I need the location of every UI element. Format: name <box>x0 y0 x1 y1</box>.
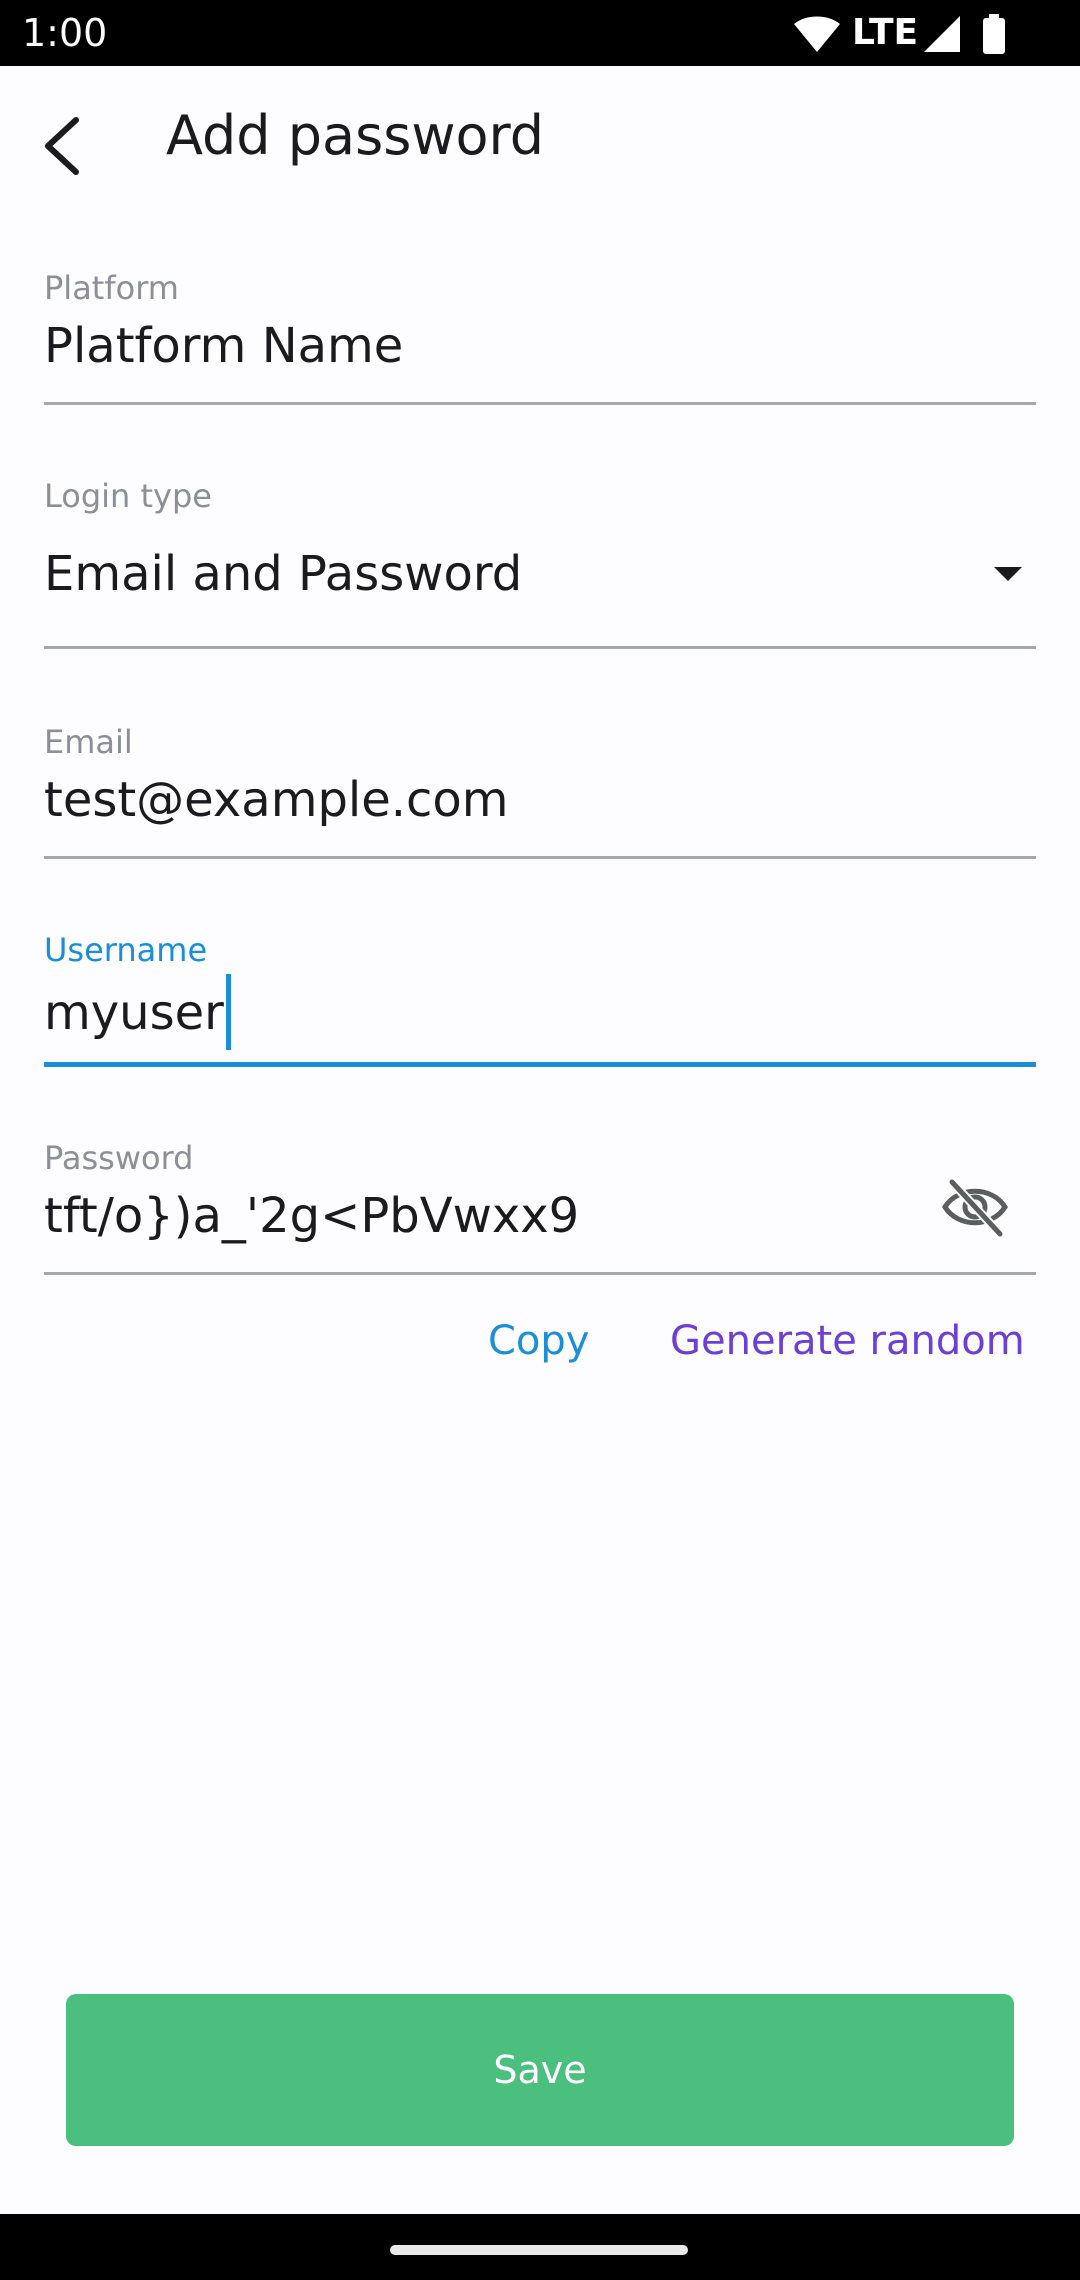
username-label: Username <box>44 931 208 969</box>
password-field[interactable]: Password tft/o})a_'2g<PbVwxx9 <box>44 1136 1036 1278</box>
password-value: tft/o})a_'2g<PbVwxx9 <box>44 1188 580 1244</box>
email-field[interactable]: Email test@example.com <box>44 720 1036 862</box>
home-gesture-handle[interactable] <box>390 2245 688 2255</box>
username-underline <box>44 1062 1036 1067</box>
platform-field[interactable]: Platform Platform Name <box>44 266 1036 408</box>
username-value: myuser <box>44 985 224 1041</box>
username-field[interactable]: Username myuser <box>44 928 1036 1070</box>
password-underline <box>44 1272 1036 1275</box>
status-time: 1:00 <box>22 11 108 55</box>
email-underline <box>44 856 1036 859</box>
password-label: Password <box>44 1139 194 1177</box>
platform-value: Platform Name <box>44 318 404 374</box>
platform-label: Platform <box>44 269 179 307</box>
email-value: test@example.com <box>44 772 509 828</box>
login-type-label: Login type <box>44 477 212 515</box>
login-type-underline <box>44 646 1036 649</box>
save-button[interactable]: Save <box>66 1994 1014 2146</box>
arrow-back-icon <box>40 116 84 180</box>
page-title: Add password <box>166 104 545 167</box>
navigation-bar <box>0 2214 1080 2280</box>
generate-random-button[interactable]: Generate random <box>670 1316 1025 1366</box>
text-cursor <box>225 974 231 1050</box>
login-type-value: Email and Password <box>44 546 523 602</box>
add-password-screen: 1:00 LTE Add password Platform Platform … <box>0 0 1080 2280</box>
platform-underline <box>44 402 1036 405</box>
login-type-dropdown[interactable]: Login type Email and Password <box>44 474 1036 652</box>
email-label: Email <box>44 723 133 761</box>
copy-button[interactable]: Copy <box>488 1316 589 1366</box>
eye-off-icon[interactable] <box>940 1172 1010 1242</box>
network-type-label: LTE <box>852 12 919 53</box>
app-bar: Add password <box>0 66 1080 212</box>
username-value-wrap: myuser <box>44 974 231 1054</box>
dropdown-arrow-icon <box>994 567 1022 581</box>
status-bar: 1:00 LTE <box>0 0 1080 66</box>
back-button[interactable] <box>22 108 102 188</box>
